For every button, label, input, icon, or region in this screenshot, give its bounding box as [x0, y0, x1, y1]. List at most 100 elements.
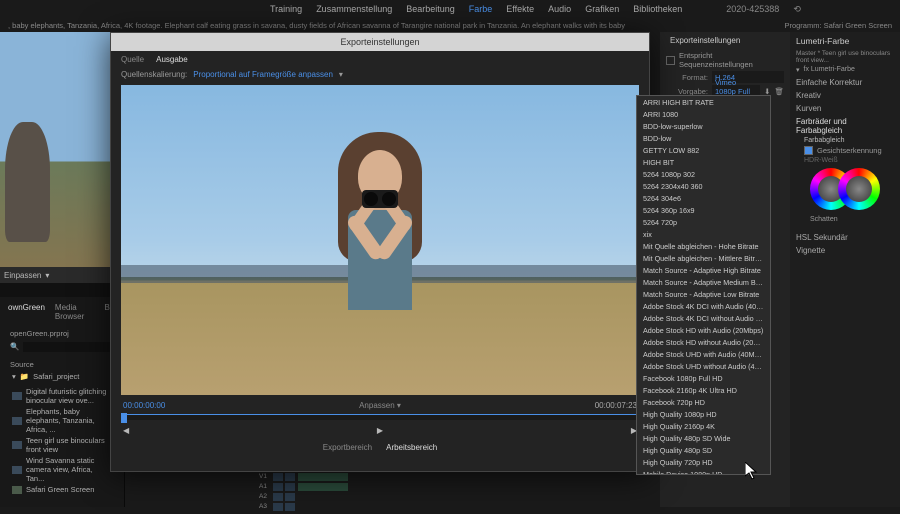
panel-tab[interactable]: Media Browser — [55, 303, 95, 321]
search-icon[interactable]: 🔍 — [10, 342, 19, 352]
workspace-tabs: Training Zusammenstellung Bearbeitung Fa… — [0, 0, 900, 18]
preset-option[interactable]: BDD-low-superlow — [637, 120, 770, 132]
timecode-in[interactable]: 00:00:00:00 — [123, 401, 165, 410]
preset-option[interactable]: ARRI 1080 — [637, 108, 770, 120]
preset-option[interactable]: High Quality 480p SD — [637, 444, 770, 456]
preset-option[interactable]: Adobe Stock 4K DCI without Audio (40Mbps… — [637, 312, 770, 324]
range-tab[interactable]: Arbeitsbereich — [386, 443, 437, 452]
search-input[interactable] — [23, 342, 114, 352]
video-track[interactable]: V1 — [254, 472, 676, 481]
color-wheel-mid[interactable] — [838, 168, 880, 210]
track-toggle[interactable] — [273, 473, 283, 481]
preset-option[interactable]: BDD-low — [637, 132, 770, 144]
track-toggle[interactable] — [273, 483, 283, 491]
preset-option[interactable]: 5264 1080p 302 — [637, 168, 770, 180]
project-item[interactable]: Teen girl use binoculars front view — [4, 435, 120, 455]
delete-preset-icon[interactable]: 🗑 — [774, 87, 784, 96]
clip[interactable] — [298, 473, 348, 481]
track-label[interactable]: A1 — [254, 483, 272, 490]
preset-option[interactable]: Mobile Device 1080p HD — [637, 468, 770, 475]
clip[interactable] — [298, 483, 348, 491]
lumetri-section[interactable]: Kurven — [796, 102, 894, 115]
chevron-down-icon[interactable]: ▾ — [796, 66, 800, 74]
preset-option[interactable]: 5264 304e6 — [637, 192, 770, 204]
preset-option[interactable]: 5264 720p — [637, 216, 770, 228]
lumetri-section[interactable]: HSL Sekundär — [796, 231, 894, 244]
lumetri-section[interactable]: Vignette — [796, 244, 894, 257]
preset-option[interactable]: Match Source - Adaptive Low Bitrate — [637, 288, 770, 300]
timestamp: 2020-425388 — [726, 4, 779, 14]
track-label[interactable]: V1 — [254, 473, 272, 480]
track-toggle[interactable] — [285, 473, 295, 481]
dialog-titlebar[interactable]: Exporteinstellungen — [111, 33, 649, 51]
source-controls[interactable] — [0, 283, 124, 297]
range-tab[interactable]: Exportbereich — [323, 443, 372, 452]
chevron-down-icon[interactable]: ▾ — [45, 271, 49, 280]
preset-option[interactable]: High Quality 480p SD Wide — [637, 432, 770, 444]
ws-tab[interactable]: Effekte — [506, 4, 534, 14]
scrub-bar[interactable] — [121, 414, 639, 420]
preset-option[interactable]: Mit Quelle abgleichen - Hohe Bitrate — [637, 240, 770, 252]
project-item[interactable]: Digital futuristic glitching binocular v… — [4, 386, 120, 406]
clip-name: Digital futuristic glitching binocular v… — [26, 387, 112, 405]
ws-tab[interactable]: Bearbeitung — [406, 4, 455, 14]
preset-option[interactable]: Adobe Stock UHD without Audio (40Mbps) — [637, 360, 770, 372]
ws-tab[interactable]: Zusammenstellung — [316, 4, 392, 14]
ws-tab[interactable]: Grafiken — [585, 4, 619, 14]
in-point-icon[interactable]: ◀ — [123, 426, 129, 435]
preset-option[interactable]: HIGH BIT — [637, 156, 770, 168]
fit-dropdown[interactable]: Einpassen — [4, 271, 41, 280]
preset-option[interactable]: Adobe Stock HD with Audio (20Mbps) — [637, 324, 770, 336]
chevron-down-icon[interactable]: ▾ — [339, 70, 343, 79]
face-detect-checkbox[interactable] — [804, 146, 813, 155]
fit-dropdown[interactable]: Anpassen ▾ — [359, 401, 401, 410]
preset-option[interactable]: Facebook 720p HD — [637, 396, 770, 408]
panel-tab[interactable]: ownGreen — [8, 303, 45, 321]
preset-option[interactable]: 5264 360p 16x9 — [637, 204, 770, 216]
ws-tab[interactable]: Training — [270, 4, 302, 14]
preset-option[interactable]: Adobe Stock 4K DCI with Audio (40Mbps) — [637, 300, 770, 312]
play-icon[interactable]: ▶ — [377, 426, 383, 435]
ws-tab[interactable]: Farbe — [469, 4, 493, 14]
preset-option[interactable]: Match Source - Adaptive Medium Bitrate — [637, 276, 770, 288]
scale-dropdown[interactable]: Proportional auf Framegröße anpassen — [193, 70, 333, 79]
source-monitor[interactable] — [0, 32, 124, 267]
preset-option[interactable]: Match Source - Adaptive High Bitrate — [637, 264, 770, 276]
track-label[interactable]: A2 — [254, 493, 272, 500]
preset-option[interactable]: Adobe Stock UHD with Audio (40Mbps) — [637, 348, 770, 360]
sync-icon[interactable]: ⟲ — [793, 4, 801, 15]
tab-source[interactable]: Quelle — [121, 55, 144, 64]
preset-option[interactable]: Facebook 2160p 4K Ultra HD — [637, 384, 770, 396]
preset-option[interactable]: Adobe Stock HD without Audio (20Mbps) — [637, 336, 770, 348]
preset-option[interactable]: xix — [637, 228, 770, 240]
preset-option[interactable]: ARRI HIGH BIT RATE — [637, 96, 770, 108]
preset-option[interactable]: High Quality 720p HD — [637, 456, 770, 468]
preset-option[interactable]: Facebook 1080p Full HD — [637, 372, 770, 384]
tab-output[interactable]: Ausgabe — [156, 55, 188, 64]
track-toggle[interactable] — [273, 493, 283, 501]
lumetri-section[interactable]: Einfache Korrektur — [796, 76, 894, 89]
track-toggle[interactable] — [285, 493, 295, 501]
ws-tab[interactable]: Bibliotheken — [633, 4, 682, 14]
preset-option[interactable]: High Quality 2160p 4K — [637, 420, 770, 432]
project-item[interactable]: Safari Green Screen — [4, 484, 120, 495]
project-item[interactable]: Wind Savanna static camera view, Africa,… — [4, 455, 120, 484]
preset-option[interactable]: High Quality 1080p HD — [637, 408, 770, 420]
ws-tab[interactable]: Audio — [548, 4, 571, 14]
project-item[interactable]: Elephants, baby elephants, Tanzania, Afr… — [4, 406, 120, 435]
lumetri-section[interactable]: Kreativ — [796, 89, 894, 102]
match-sequence-checkbox[interactable] — [666, 56, 675, 65]
preset-dropdown-list[interactable]: ARRI HIGH BIT RATEARRI 1080BDD-low-super… — [636, 95, 771, 475]
lumetri-section[interactable]: Farbräder und Farbabgleich — [796, 115, 894, 137]
timecode-out[interactable]: 00:00:07:23 — [595, 401, 637, 410]
track-toggle[interactable] — [285, 483, 295, 491]
audio-track[interactable]: A2 — [254, 492, 676, 501]
playhead[interactable] — [121, 413, 127, 423]
preset-option[interactable]: GETTY LOW 882 — [637, 144, 770, 156]
preset-option[interactable]: 5264 2304x40 360 — [637, 180, 770, 192]
column-header[interactable]: Source — [4, 358, 120, 371]
preset-option[interactable]: Mit Quelle abgleichen - Mittlere Bitrate — [637, 252, 770, 264]
output-preview[interactable] — [121, 85, 639, 395]
bin-folder[interactable]: ▾📁Safari_project — [4, 371, 120, 382]
audio-track[interactable]: A1 — [254, 482, 676, 491]
